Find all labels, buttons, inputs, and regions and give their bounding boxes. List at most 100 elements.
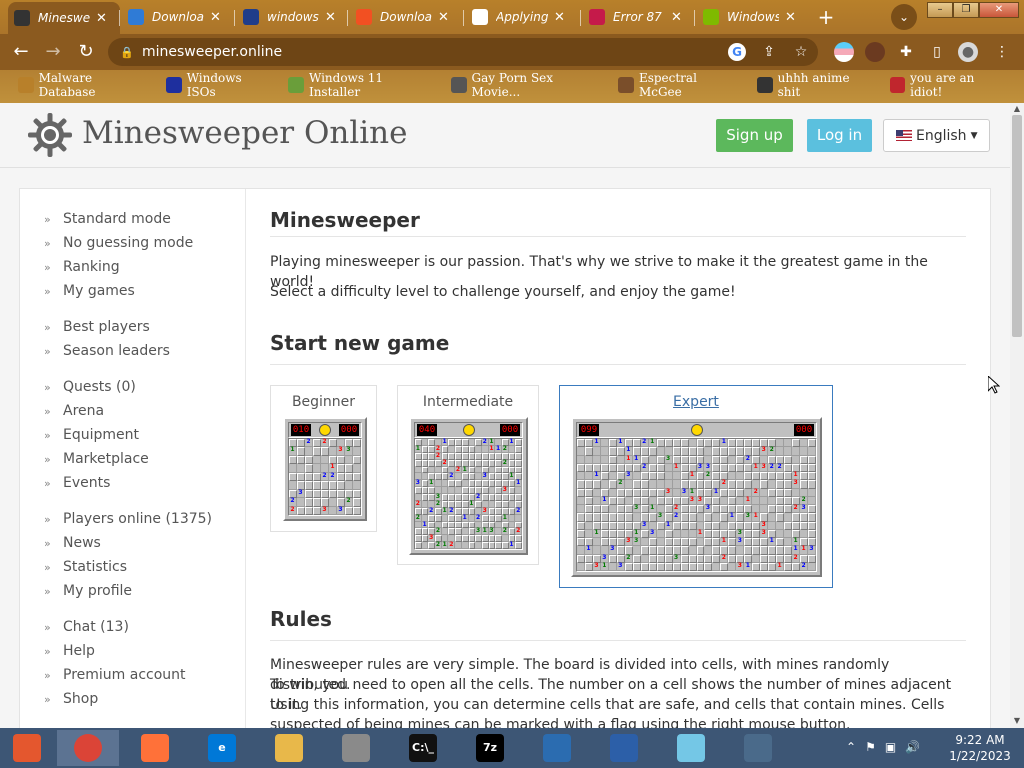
network-icon[interactable]: ▣: [885, 740, 896, 754]
chevron-up-icon[interactable]: ⌃: [846, 740, 856, 754]
sidebar-item[interactable]: » Statistics: [44, 556, 127, 578]
sidebar-item[interactable]: » My games: [44, 280, 135, 302]
browser-tab[interactable]: Minesweeper ✕: [8, 2, 120, 34]
browser-tab[interactable]: Download ✕: [350, 4, 462, 30]
google-icon[interactable]: G: [728, 43, 746, 61]
share-icon[interactable]: ⇪: [760, 43, 778, 61]
taskbar-start[interactable]: [0, 730, 54, 766]
sidebar-item[interactable]: » Standard mode: [44, 208, 171, 230]
sidebar-item[interactable]: » Equipment: [44, 424, 139, 446]
taskbar-installer[interactable]: [325, 730, 387, 766]
board-cell: [455, 445, 462, 453]
page-scrollbar[interactable]: ▲ ▼: [1010, 103, 1024, 728]
reload-button[interactable]: ↻: [75, 41, 97, 63]
browser-tab[interactable]: Applying ✕: [466, 4, 578, 30]
close-tab-icon[interactable]: ✕: [554, 10, 565, 25]
browser-tab[interactable]: Error 87 ✕: [583, 4, 695, 30]
board-cell: 3: [696, 463, 705, 472]
log-in-button[interactable]: Log in: [807, 119, 872, 152]
menu-dots-icon[interactable]: ⋮: [992, 42, 1012, 62]
clock[interactable]: 9:22 AM 1/22/2023: [940, 732, 1020, 764]
browser-tab[interactable]: windows ✕: [237, 4, 349, 30]
sidebar-item[interactable]: » Premium account: [44, 664, 186, 686]
site-title[interactable]: Minesweeper Online: [82, 115, 408, 151]
bookmark-item[interactable]: Windows 11 Installer: [288, 71, 435, 99]
mine-logo-icon[interactable]: [26, 111, 74, 159]
game-card-beginner[interactable]: Beginner 010 000 2 2 1 3 3 1 2 2 3 2 2 2 3 3: [270, 385, 377, 532]
close-tab-icon[interactable]: ✕: [671, 10, 682, 25]
taskbar-cmd[interactable]: C:\_: [392, 730, 454, 766]
close-tab-icon[interactable]: ✕: [325, 10, 336, 25]
sidebar-item[interactable]: » Quests (0): [44, 376, 136, 398]
sidebar-item[interactable]: » Best players: [44, 316, 150, 338]
sidebar-item[interactable]: » Ranking: [44, 256, 120, 278]
game-card-expert[interactable]: Expert 099 000 1 1 2 1 1 1 3 2 1 1 3 2 2 1 3 3 1 3 2 2 1 3 1 2 1 2 2 3…: [559, 385, 833, 588]
minimize-button[interactable]: –: [927, 2, 953, 18]
close-tab-icon[interactable]: ✕: [438, 10, 449, 25]
taskbar-explorer[interactable]: [258, 730, 320, 766]
close-tab-icon[interactable]: ✕: [96, 11, 107, 26]
browser-tab[interactable]: Download ✕: [122, 4, 234, 30]
side-panel-icon[interactable]: ▯: [927, 42, 947, 62]
sidebar-item[interactable]: » My profile: [44, 580, 132, 602]
close-tab-icon[interactable]: ✕: [210, 10, 221, 25]
board-cell: [415, 452, 422, 460]
browser-tab[interactable]: Windows ✕: [697, 4, 809, 30]
sidebar-item-label: Premium account: [63, 667, 186, 683]
taskbar-virtualbox[interactable]: [593, 730, 655, 766]
taskbar-network[interactable]: [727, 730, 789, 766]
sidebar-item[interactable]: » Shop: [44, 688, 98, 710]
profile-icon[interactable]: ●: [958, 42, 978, 62]
puzzle-icon[interactable]: ✚: [896, 42, 916, 62]
close-window-button[interactable]: ✕: [979, 2, 1019, 18]
sidebar-item[interactable]: » Arena: [44, 400, 104, 422]
bookmark-item[interactable]: you are an idiot!: [889, 71, 1008, 99]
scroll-down-icon[interactable]: ▼: [1010, 715, 1024, 727]
board-cell: [592, 455, 601, 464]
game-card-title[interactable]: Expert: [560, 394, 832, 410]
sidebar-item[interactable]: » Season leaders: [44, 340, 170, 362]
close-tab-icon[interactable]: ✕: [785, 10, 796, 25]
bookmark-item[interactable]: Gay Porn Sex Movie...: [450, 71, 602, 99]
taskbar-firefox[interactable]: [124, 730, 186, 766]
game-card-title[interactable]: Beginner: [271, 394, 376, 410]
bookmark-item[interactable]: Espectral McGee: [618, 71, 741, 99]
taskbar-7zip[interactable]: 7z: [459, 730, 521, 766]
bookmark-item[interactable]: uhhh anime shit: [757, 71, 874, 99]
board-cell: [313, 439, 321, 448]
board-cell: [784, 455, 793, 464]
board-cell: 1: [461, 513, 469, 522]
sidebar-item[interactable]: » Events: [44, 472, 110, 494]
bookmark-star-icon[interactable]: ☆: [792, 43, 810, 61]
game-card-title[interactable]: Intermediate: [398, 394, 538, 410]
sign-up-button[interactable]: Sign up: [716, 119, 793, 152]
extension-avatar-icon[interactable]: [865, 42, 885, 62]
sidebar-item[interactable]: » Chat (13): [44, 616, 129, 638]
taskbar-regedit[interactable]: [526, 730, 588, 766]
sidebar-item[interactable]: » Players online (1375): [44, 508, 212, 530]
scroll-up-icon[interactable]: ▲: [1010, 103, 1024, 115]
taskbar-edge[interactable]: e: [191, 730, 253, 766]
taskbar-notes[interactable]: [660, 730, 722, 766]
address-bar[interactable]: 🔒 minesweeper.online G ⇪ ☆: [108, 38, 818, 66]
board-cell: 3: [345, 447, 353, 456]
game-card-intermediate[interactable]: Intermediate 040 000 1 2 1 1 1 2 1 1 2 2 2 2 2 1 2 3 1 3 1 1 3 3…: [397, 385, 539, 565]
scroll-thumb[interactable]: [1012, 115, 1022, 337]
bookmark-item[interactable]: Windows ISOs: [166, 71, 272, 99]
sidebar-item[interactable]: » Marketplace: [44, 448, 149, 470]
maximize-button[interactable]: ❐: [953, 2, 979, 18]
forward-button[interactable]: →: [42, 41, 64, 63]
language-dropdown[interactable]: English ▼: [883, 119, 990, 152]
back-button[interactable]: ←: [10, 41, 32, 63]
sidebar-item[interactable]: » No guessing mode: [44, 232, 193, 254]
sidebar-item[interactable]: » News: [44, 532, 101, 554]
volume-icon[interactable]: 🔊: [905, 740, 920, 754]
sidebar-item[interactable]: » Help: [44, 640, 95, 662]
tab-search-button[interactable]: ⌄: [891, 4, 917, 30]
extension-flag-icon[interactable]: [834, 42, 854, 62]
bookmark-item[interactable]: Malware Database: [18, 71, 150, 99]
new-tab-button[interactable]: +: [815, 6, 837, 28]
flag-icon[interactable]: ⚑: [865, 740, 876, 754]
board-cell: [508, 521, 516, 529]
taskbar-chrome[interactable]: [57, 730, 119, 766]
